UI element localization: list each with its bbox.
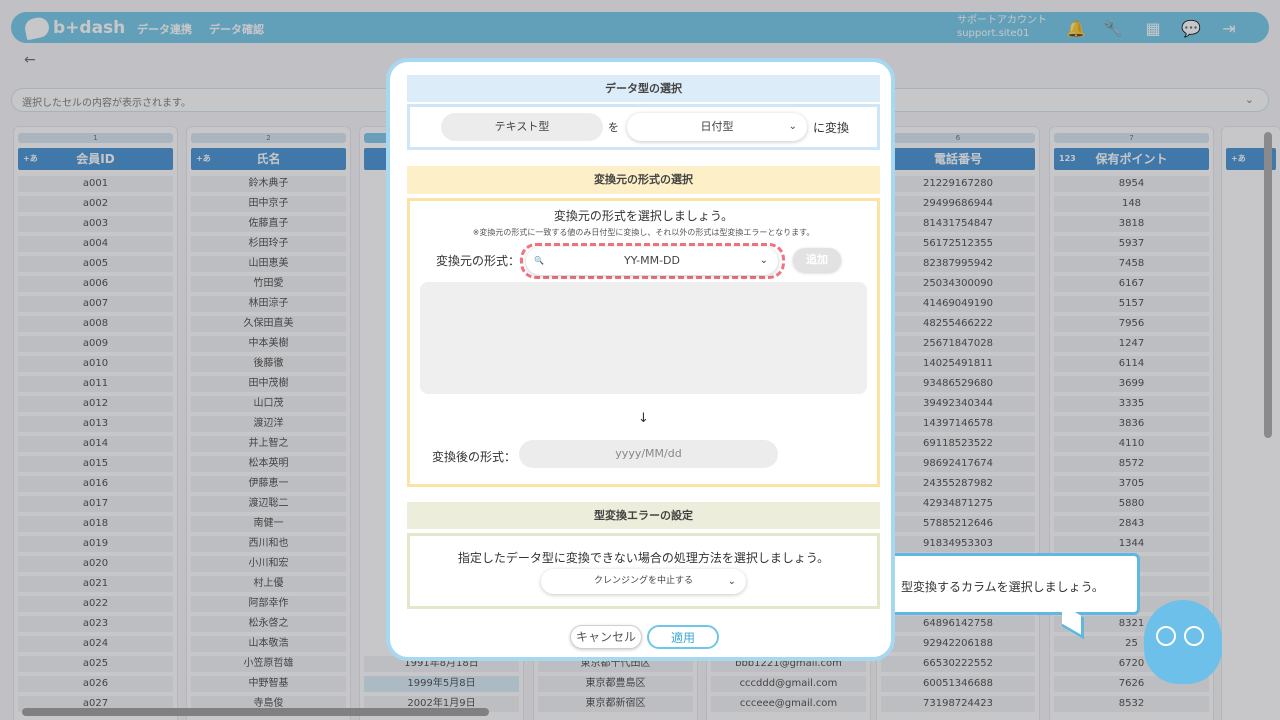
apply-button[interactable]: 適用 — [647, 625, 719, 649]
source-type-pill: テキスト型 — [441, 113, 603, 141]
source-format-select[interactable]: 🔍 YY-MM-DD ⌄ — [526, 247, 778, 275]
target-format-value: yyyy/MM/dd — [519, 440, 778, 468]
cancel-button[interactable]: キャンセル — [570, 625, 642, 649]
error-setting-lead: 指定したデータ型に変換できない場合の処理方法を選択しましょう。 — [457, 551, 830, 565]
arrow-down-icon: ↓ — [638, 411, 649, 426]
chevron-down-icon: ⌄ — [727, 576, 736, 587]
hint-bubble: 型変換するカラムを選択しましょう。 — [880, 553, 1140, 615]
error-handling-value: クレンジングを中止する — [593, 576, 693, 586]
mascot-eye — [1156, 626, 1176, 646]
data-type-box: テキスト型 を 日付型 ⌄ に変換 — [407, 104, 880, 150]
chevron-down-icon: ⌄ — [788, 121, 797, 132]
type-conversion-dialog: データ型の選択 テキスト型 を 日付型 ⌄ に変換 変換元の形式の選択 変換元の形… — [386, 58, 895, 661]
mascot-character — [1144, 600, 1222, 684]
section-title-error-setting: 型変換エラーの設定 — [407, 502, 880, 529]
error-setting-box: 指定したデータ型に変換できない場合の処理方法を選択しましょう。 クレンジングを中… — [407, 533, 880, 609]
target-format-label: 変換後の形式： — [432, 450, 517, 464]
mascot-eye — [1184, 626, 1204, 646]
selected-formats-list — [420, 282, 867, 394]
chevron-down-icon: ⌄ — [759, 255, 768, 266]
source-format-note: ※変換元の形式に一致する値のみ日付型に変換し、それ以外の形式は型変換エラーとなり… — [472, 228, 815, 237]
convert-suffix: に変換 — [813, 121, 850, 135]
section-title-source-format: 変換元の形式の選択 — [407, 166, 880, 194]
target-type-select[interactable]: 日付型 ⌄ — [627, 113, 807, 141]
target-type-value: 日付型 — [700, 120, 734, 133]
hint-text: 型変換するカラムを選択しましょう。 — [901, 580, 1104, 594]
error-handling-select[interactable]: クレンジングを中止する ⌄ — [541, 569, 746, 594]
add-button[interactable]: 追加 — [793, 248, 841, 272]
particle-label: を — [608, 121, 619, 134]
source-format-lead: 変換元の形式を選択しましょう。 — [553, 209, 734, 223]
source-format-box: 変換元の形式を選択しましょう。 ※変換元の形式に一致する値のみ日付型に変換し、そ… — [407, 198, 880, 487]
source-format-label: 変換元の形式： — [436, 254, 521, 268]
search-icon: 🔍 — [534, 256, 544, 265]
source-format-value: YY-MM-DD — [624, 254, 680, 267]
section-title-data-type: データ型の選択 — [407, 75, 880, 102]
